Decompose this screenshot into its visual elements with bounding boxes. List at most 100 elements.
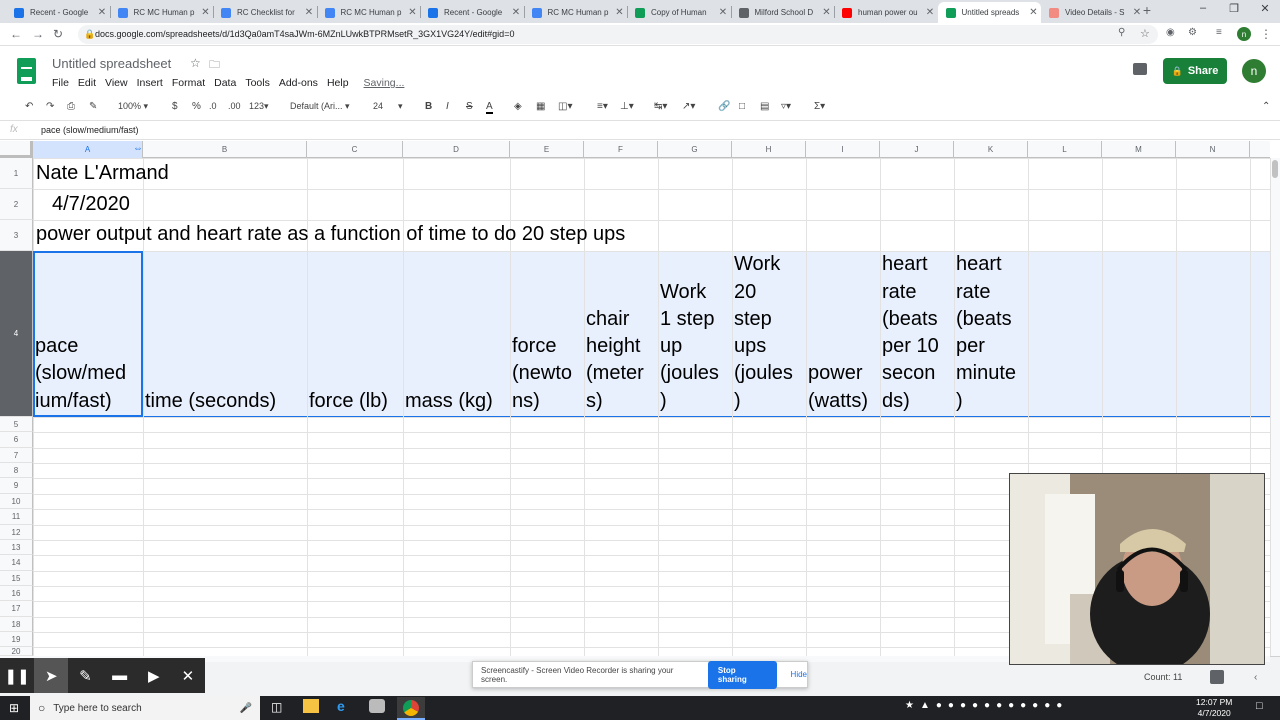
- scrollbar-thumb[interactable]: [1272, 160, 1278, 178]
- row-header-11[interactable]: 11: [0, 509, 33, 525]
- tab-close-icon[interactable]: ✕: [923, 7, 937, 18]
- borders-icon[interactable]: ▦: [536, 101, 545, 112]
- close-icon[interactable]: ✕: [171, 658, 205, 693]
- tab-close-icon[interactable]: ✕: [613, 7, 627, 18]
- paint-format-icon[interactable]: ✎: [89, 101, 97, 112]
- merge-cells-icon[interactable]: ◫▾: [558, 101, 572, 112]
- stop-sharing-button[interactable]: Stop sharing: [707, 660, 777, 689]
- hide-button[interactable]: Hide: [791, 670, 807, 679]
- webcam-toggle-icon[interactable]: ▶: [137, 658, 171, 693]
- taskbar-search[interactable]: ○ Type here to search 🎤: [30, 696, 260, 720]
- account-avatar[interactable]: n: [1242, 59, 1266, 83]
- system-tray-icons[interactable]: ★▲●●●●●●●●●●●: [905, 700, 1068, 711]
- cell-f4[interactable]: chair height (meter s): [586, 252, 644, 416]
- browser-tab[interactable]: Copy of Human ✕: [627, 2, 730, 23]
- functions-icon[interactable]: Σ▾: [814, 101, 825, 112]
- cell-j4[interactable]: heart rate (beats per 10 secon ds): [882, 252, 939, 416]
- cell-e4[interactable]: force (newto ns): [512, 252, 572, 416]
- bookmark-star-icon[interactable]: ☆: [1140, 27, 1150, 40]
- cell-c4[interactable]: force (lb): [309, 252, 388, 416]
- font-size-select[interactable]: 24 ▾: [373, 101, 403, 112]
- browser-menu-icon[interactable]: ⋮: [1260, 27, 1272, 41]
- cell-a3[interactable]: power output and heart rate as a functio…: [36, 221, 625, 248]
- cell-a1[interactable]: Nate L'Armand: [36, 160, 169, 187]
- tab-close-icon[interactable]: ✕: [509, 7, 523, 18]
- extension-icon[interactable]: ⚙: [1188, 27, 1197, 38]
- text-rotation-icon[interactable]: ↗▾: [682, 101, 695, 112]
- cell-a4[interactable]: pace (slow/med ium/fast): [35, 252, 126, 416]
- browser-tab[interactable]: RC MC Human p ✕: [110, 2, 213, 23]
- browser-tab[interactable]: RC MC Human p ✕: [524, 2, 627, 23]
- row-header-13[interactable]: 13: [0, 540, 33, 555]
- fill-color-icon[interactable]: ◈: [514, 101, 522, 112]
- browser-tab[interactable]: Recent - Google ✕: [420, 2, 523, 23]
- decrease-decimal-button[interactable]: .0: [209, 101, 217, 111]
- zoom-icon[interactable]: ⚲: [1118, 27, 1125, 38]
- tab-close-icon[interactable]: ✕: [406, 7, 420, 18]
- row-header-19[interactable]: 19: [0, 632, 33, 647]
- star-icon[interactable]: ☆: [190, 56, 201, 70]
- browser-tab[interactable]: RC MC Human p ✕: [317, 2, 420, 23]
- side-panel-toggle-icon[interactable]: ‹: [1254, 672, 1257, 683]
- tab-close-icon[interactable]: ✕: [199, 7, 213, 18]
- row-header-6[interactable]: 6: [0, 432, 33, 448]
- select-all-corner[interactable]: [0, 141, 33, 158]
- cell-d4[interactable]: mass (kg): [405, 252, 493, 416]
- column-header-k[interactable]: K: [954, 141, 1028, 158]
- more-formats-select[interactable]: 123▾: [249, 101, 269, 112]
- column-header-b[interactable]: B: [143, 141, 307, 158]
- move-folder-icon[interactable]: 🗀: [209, 56, 220, 75]
- column-header-a[interactable]: A: [33, 141, 143, 158]
- edge-icon[interactable]: e: [337, 698, 345, 714]
- cell-g4[interactable]: Work 1 step up (joules): [660, 252, 719, 416]
- count-summary[interactable]: Count: 11: [1144, 672, 1182, 682]
- column-header-f[interactable]: F: [584, 141, 658, 158]
- text-wrapping-icon[interactable]: ↹▾: [654, 101, 667, 112]
- notifications-icon[interactable]: □: [1256, 700, 1263, 712]
- microphone-icon[interactable]: 🎤: [240, 703, 252, 714]
- formula-input[interactable]: pace (slow/medium/fast): [41, 125, 139, 135]
- row-header-2[interactable]: 2: [0, 189, 33, 220]
- insert-chart-icon[interactable]: ▤: [760, 101, 769, 112]
- column-header-n[interactable]: N: [1176, 141, 1250, 158]
- row-header-20[interactable]: 20: [0, 647, 33, 656]
- insert-link-icon[interactable]: 🔗: [718, 101, 730, 112]
- menu-tools[interactable]: Tools: [245, 77, 270, 89]
- column-header-i[interactable]: I: [806, 141, 880, 158]
- taskbar-clock[interactable]: 12:07 PM 4/7/2020: [1196, 697, 1232, 719]
- eraser-icon[interactable]: ▬: [103, 658, 137, 693]
- share-button[interactable]: 🔒 Share: [1163, 58, 1227, 84]
- pause-icon[interactable]: ❚❚: [0, 658, 34, 693]
- cell-a2[interactable]: 4/7/2020: [52, 191, 130, 218]
- row-header-10[interactable]: 10: [0, 494, 33, 509]
- menu-edit[interactable]: Edit: [78, 77, 96, 89]
- column-header-c[interactable]: C: [307, 141, 403, 158]
- column-header-e[interactable]: E: [510, 141, 584, 158]
- currency-button[interactable]: $: [172, 101, 178, 112]
- tab-close-icon[interactable]: ✕: [302, 7, 316, 18]
- explore-icon[interactable]: [1210, 670, 1224, 684]
- playlist-icon[interactable]: ≡: [1216, 27, 1222, 38]
- tab-close-icon[interactable]: ✕: [1027, 7, 1041, 18]
- cursor-icon[interactable]: ➤: [34, 658, 69, 693]
- print-icon[interactable]: ⎙: [67, 101, 75, 112]
- vertical-scrollbar[interactable]: [1270, 158, 1280, 656]
- column-header-l[interactable]: L: [1028, 141, 1102, 158]
- tab-close-icon[interactable]: ✕: [95, 7, 109, 18]
- row-header-5[interactable]: 5: [0, 417, 33, 432]
- column-header-m[interactable]: M: [1102, 141, 1176, 158]
- redo-icon[interactable]: ↷: [46, 101, 54, 112]
- cell-k4[interactable]: heart rate (beats per minute): [956, 252, 1016, 416]
- font-select[interactable]: Default (Ari... ▾: [290, 101, 350, 112]
- italic-icon[interactable]: I: [446, 101, 449, 112]
- maximize-button[interactable]: ❐: [1219, 2, 1249, 15]
- browser-tab[interactable]: Video Details - S ✕: [1041, 2, 1144, 23]
- row-header-7[interactable]: 7: [0, 448, 33, 463]
- column-header-g[interactable]: G: [658, 141, 732, 158]
- tab-close-icon[interactable]: ✕: [820, 7, 834, 18]
- cell-h4[interactable]: Work 20 step ups (joules): [734, 252, 793, 416]
- file-explorer-icon[interactable]: [303, 699, 319, 713]
- row-header-1[interactable]: 1: [0, 158, 33, 189]
- menu-addons[interactable]: Add-ons: [279, 77, 318, 89]
- menu-help[interactable]: Help: [327, 77, 349, 89]
